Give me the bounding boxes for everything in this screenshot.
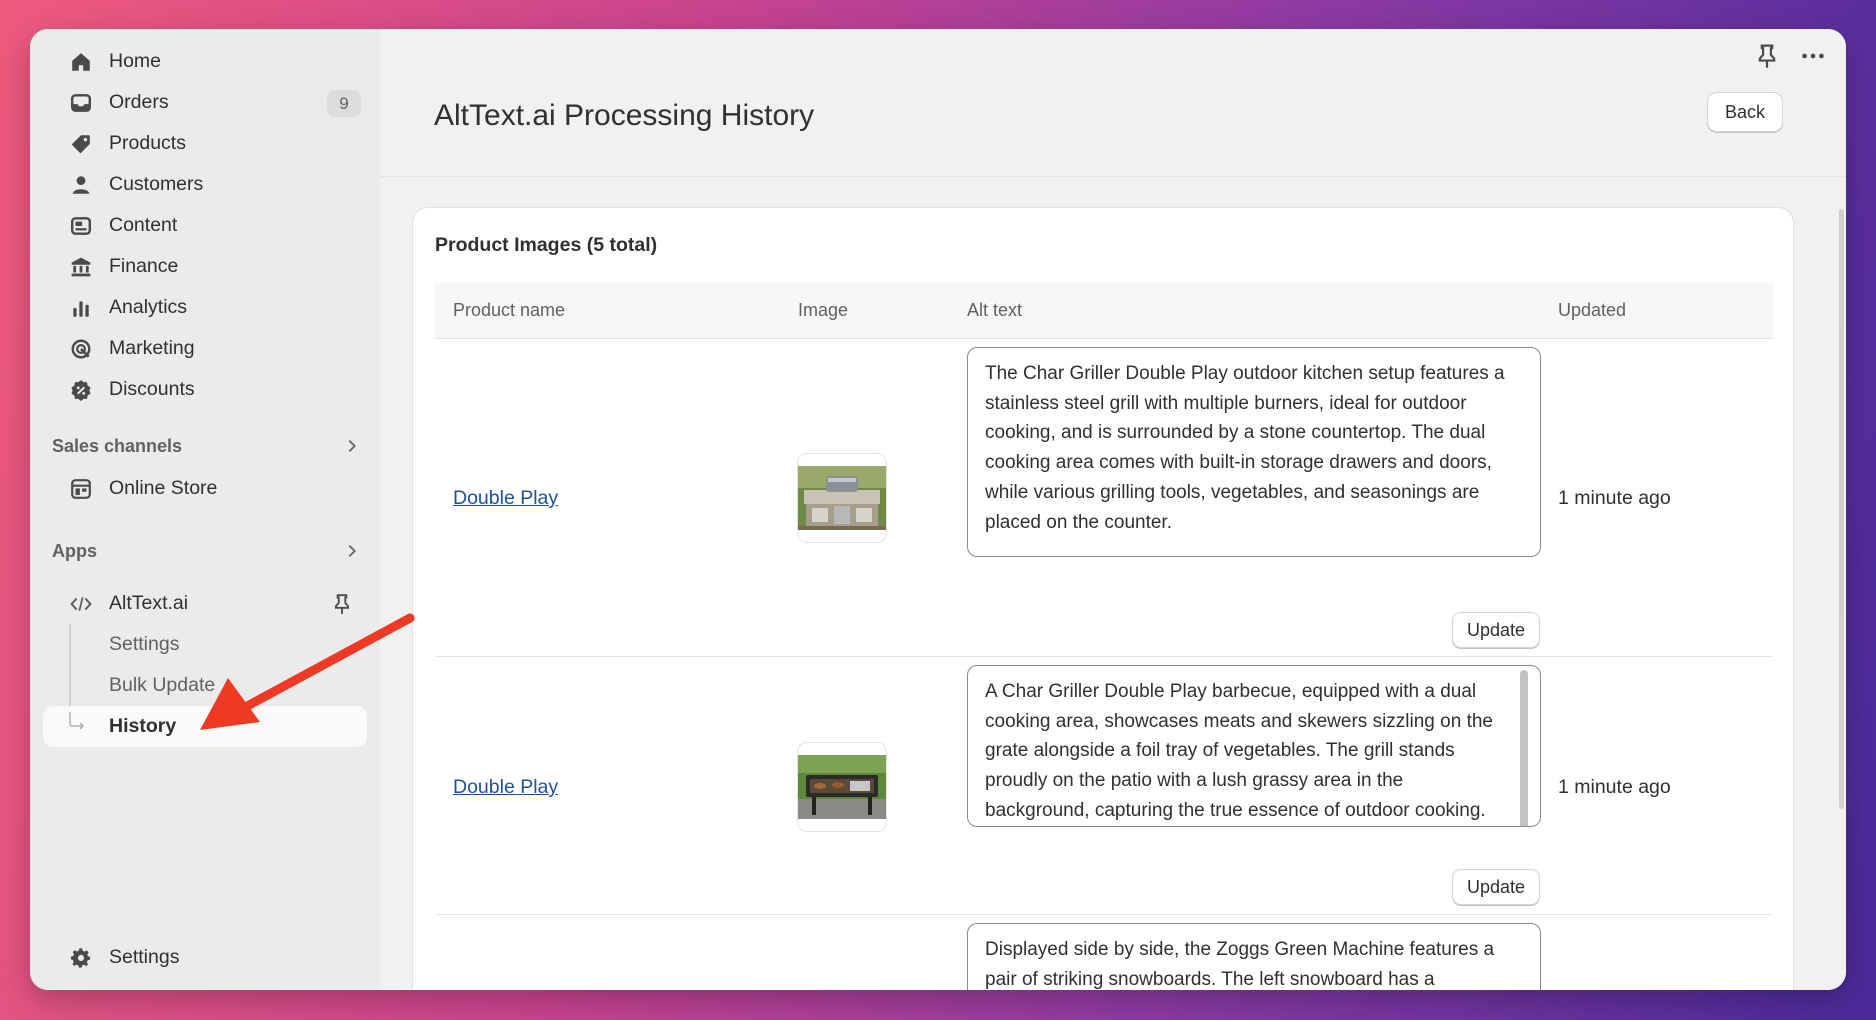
history-card: Product Images (5 total) Product name Im… bbox=[412, 207, 1794, 990]
orders-count-badge: 9 bbox=[327, 90, 361, 117]
sidebar-item-history[interactable]: History bbox=[43, 706, 367, 747]
table-row: Displayed side by side, the Zoggs Green … bbox=[435, 915, 1773, 990]
bar-chart-icon bbox=[70, 297, 92, 319]
sidebar-item-online-store[interactable]: Online Store bbox=[43, 468, 367, 509]
sidebar-item-label: Products bbox=[109, 132, 186, 154]
gear-icon bbox=[70, 947, 92, 969]
tag-icon bbox=[70, 133, 92, 155]
target-icon bbox=[70, 338, 92, 360]
chevron-right-icon bbox=[348, 439, 356, 453]
sidebar-item-content[interactable]: Content bbox=[43, 205, 367, 246]
update-button[interactable]: Update bbox=[1452, 869, 1540, 905]
apps-header[interactable]: Apps bbox=[43, 529, 367, 573]
sidebar-item-app-settings[interactable]: Settings bbox=[43, 624, 367, 665]
sidebar-item-label: Online Store bbox=[109, 477, 218, 499]
table-row: Double Play bbox=[435, 339, 1773, 657]
page-scrollbar[interactable] bbox=[1839, 209, 1844, 809]
app-window: Home Orders 9 Products Customers Content… bbox=[30, 29, 1846, 990]
history-table: Product name Image Alt text Updated Doub… bbox=[435, 283, 1773, 990]
tree-branch-icon bbox=[69, 712, 85, 730]
sidebar-item-home[interactable]: Home bbox=[43, 41, 367, 82]
sidebar-item-settings[interactable]: Settings bbox=[43, 937, 367, 978]
sidebar-item-discounts[interactable]: Discounts bbox=[43, 369, 367, 410]
sidebar-item-products[interactable]: Products bbox=[43, 123, 367, 164]
sidebar-item-analytics[interactable]: Analytics bbox=[43, 287, 367, 328]
alt-text-value: A Char Griller Double Play barbecue, equ… bbox=[985, 681, 1493, 821]
column-header: Updated bbox=[1558, 300, 1627, 320]
main-content: AltText.ai Processing History Back Produ… bbox=[380, 29, 1846, 990]
sidebar-item-label: Content bbox=[109, 214, 178, 236]
top-bar bbox=[380, 29, 1846, 87]
sidebar-item-label: Settings bbox=[109, 946, 180, 968]
sidebar-item-label: Home bbox=[109, 50, 162, 72]
product-image-thumbnail[interactable] bbox=[797, 453, 887, 543]
pin-icon[interactable] bbox=[1754, 43, 1780, 69]
update-button[interactable]: Update bbox=[1452, 612, 1540, 648]
sidebar-item-alttext-app[interactable]: AltText.ai bbox=[43, 583, 367, 624]
updated-time: 1 minute ago bbox=[1558, 776, 1671, 798]
sidebar-item-label: AltText.ai bbox=[109, 592, 189, 614]
updated-time: 1 minute ago bbox=[1558, 487, 1671, 509]
product-link[interactable]: Double Play bbox=[453, 487, 558, 510]
home-icon bbox=[70, 51, 92, 73]
page-header: AltText.ai Processing History Back bbox=[380, 87, 1846, 177]
sidebar-item-bulk-update[interactable]: Bulk Update bbox=[43, 665, 367, 706]
sidebar: Home Orders 9 Products Customers Content… bbox=[30, 29, 380, 990]
sidebar-item-label: Settings bbox=[109, 633, 180, 655]
sidebar-item-label: Finance bbox=[109, 255, 179, 277]
back-button[interactable]: Back bbox=[1707, 92, 1783, 132]
pin-icon[interactable] bbox=[331, 593, 353, 615]
column-header: Image bbox=[798, 300, 849, 320]
alt-text-field[interactable]: A Char Griller Double Play barbecue, equ… bbox=[967, 665, 1541, 827]
sidebar-item-label: Orders bbox=[109, 91, 169, 113]
person-icon bbox=[70, 174, 92, 196]
sales-channels-label: Sales channels bbox=[52, 435, 183, 456]
more-options-icon[interactable] bbox=[1800, 43, 1826, 69]
table-header: Product name Image Alt text Updated bbox=[435, 283, 1773, 339]
sidebar-item-marketing[interactable]: Marketing bbox=[43, 328, 367, 369]
sidebar-item-label: Analytics bbox=[109, 296, 188, 318]
product-link[interactable]: Double Play bbox=[453, 776, 558, 799]
sales-channels-header[interactable]: Sales channels bbox=[43, 424, 367, 468]
sidebar-item-label: History bbox=[109, 715, 177, 737]
sidebar-item-orders[interactable]: Orders 9 bbox=[43, 82, 367, 123]
page-title: AltText.ai Processing History bbox=[434, 99, 815, 132]
chevron-right-icon bbox=[348, 544, 356, 558]
bank-icon bbox=[70, 256, 92, 278]
sidebar-item-label: Customers bbox=[109, 173, 204, 195]
alt-text-scrollbar[interactable] bbox=[1520, 670, 1528, 826]
inbox-icon bbox=[70, 92, 92, 114]
sidebar-item-label: Marketing bbox=[109, 337, 195, 359]
card-title: Product Images (5 total) bbox=[435, 234, 658, 256]
discount-icon bbox=[70, 379, 92, 401]
product-image-thumbnail[interactable] bbox=[797, 742, 887, 832]
sidebar-item-label: Bulk Update bbox=[109, 674, 216, 696]
store-icon bbox=[70, 478, 92, 500]
sidebar-item-customers[interactable]: Customers bbox=[43, 164, 367, 205]
sidebar-item-finance[interactable]: Finance bbox=[43, 246, 367, 287]
column-header: Product name bbox=[453, 300, 566, 320]
content-icon bbox=[70, 215, 92, 237]
code-icon bbox=[70, 593, 92, 615]
sidebar-item-label: Discounts bbox=[109, 378, 195, 400]
alt-text-field[interactable]: The Char Griller Double Play outdoor kit… bbox=[967, 347, 1541, 557]
grill-patio-image bbox=[798, 755, 886, 819]
alt-text-field[interactable]: Displayed side by side, the Zoggs Green … bbox=[967, 923, 1541, 990]
column-header: Alt text bbox=[967, 300, 1023, 320]
table-row: Double Play bbox=[435, 657, 1773, 915]
grill-kitchen-image bbox=[798, 466, 886, 530]
apps-label: Apps bbox=[52, 540, 97, 561]
